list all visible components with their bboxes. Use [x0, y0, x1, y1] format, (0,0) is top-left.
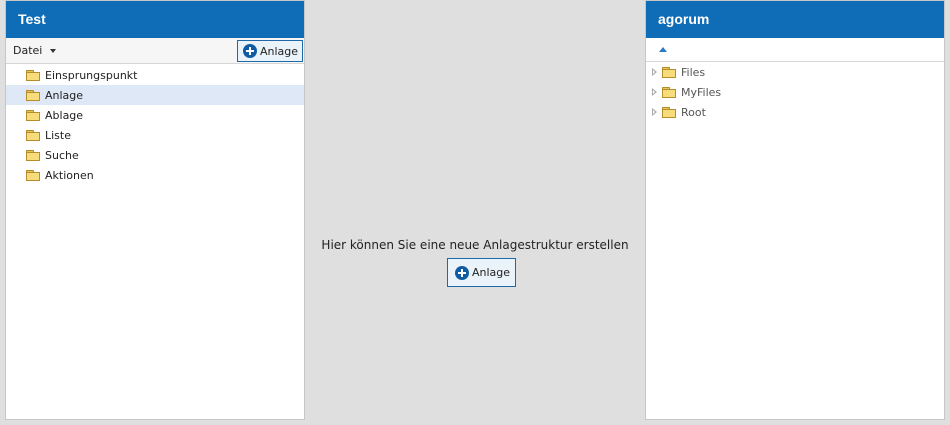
tree-item-label: Root [681, 105, 706, 119]
tree-item-myfiles[interactable]: MyFiles [646, 82, 944, 102]
right-panel: agorum Files MyFiles Root [645, 0, 945, 420]
folder-icon [662, 66, 676, 78]
tree-item-label: Aktionen [45, 168, 94, 182]
datei-menu[interactable]: Datei [13, 44, 57, 57]
expand-arrow-icon[interactable] [652, 68, 657, 76]
left-tree: Einsprungspunkt Anlage Ablage Liste Such… [6, 64, 304, 185]
center-add-anlage-button[interactable]: Anlage [447, 258, 517, 287]
folder-icon [26, 129, 40, 141]
left-toolbar: Datei Anlage [6, 38, 304, 64]
center-message: Hier können Sie eine neue Anlagestruktur… [321, 238, 629, 252]
tree-item-ablage[interactable]: Ablage [6, 105, 304, 125]
folder-icon [26, 89, 40, 101]
folder-icon [26, 109, 40, 121]
expand-arrow-icon[interactable] [652, 108, 657, 116]
add-anlage-button-label: Anlage [260, 44, 299, 58]
plus-circle-icon [455, 265, 469, 280]
right-panel-title: agorum [646, 1, 944, 38]
tree-item-liste[interactable]: Liste [6, 125, 304, 145]
tree-item-files[interactable]: Files [646, 62, 944, 82]
left-panel-title: Test [6, 1, 304, 38]
tree-item-root[interactable]: Root [646, 102, 944, 122]
tree-item-label: Einsprungspunkt [45, 68, 138, 82]
plus-circle-icon [243, 44, 257, 58]
tree-item-label: MyFiles [681, 85, 722, 99]
tree-item-label: Suche [45, 148, 79, 162]
tree-item-label: Files [681, 65, 706, 79]
right-tree: Files MyFiles Root [646, 62, 944, 122]
tree-item-suche[interactable]: Suche [6, 145, 304, 165]
arrow-up-icon[interactable] [659, 47, 667, 52]
folder-icon [26, 169, 40, 181]
tree-item-einsprungspunkt[interactable]: Einsprungspunkt [6, 65, 304, 85]
tree-item-label: Liste [45, 128, 71, 142]
folder-icon [662, 106, 676, 118]
right-toolbar [646, 38, 944, 62]
expand-arrow-icon[interactable] [652, 88, 657, 96]
tree-item-label: Ablage [45, 108, 84, 122]
folder-icon [26, 149, 40, 161]
left-panel: Test Datei Anlage Einsprungspunkt Anlage… [5, 0, 305, 420]
folder-icon [26, 69, 40, 81]
center-add-anlage-button-label: Anlage [472, 266, 511, 279]
chevron-down-icon [50, 49, 57, 53]
tree-item-aktionen[interactable]: Aktionen [6, 165, 304, 185]
center-area: Hier können Sie eine neue Anlagestruktur… [305, 0, 645, 425]
tree-item-label: Anlage [45, 88, 84, 102]
folder-icon [662, 86, 676, 98]
tree-item-anlage[interactable]: Anlage [6, 85, 304, 105]
datei-menu-label: Datei [13, 44, 43, 57]
add-anlage-button[interactable]: Anlage [237, 40, 304, 62]
